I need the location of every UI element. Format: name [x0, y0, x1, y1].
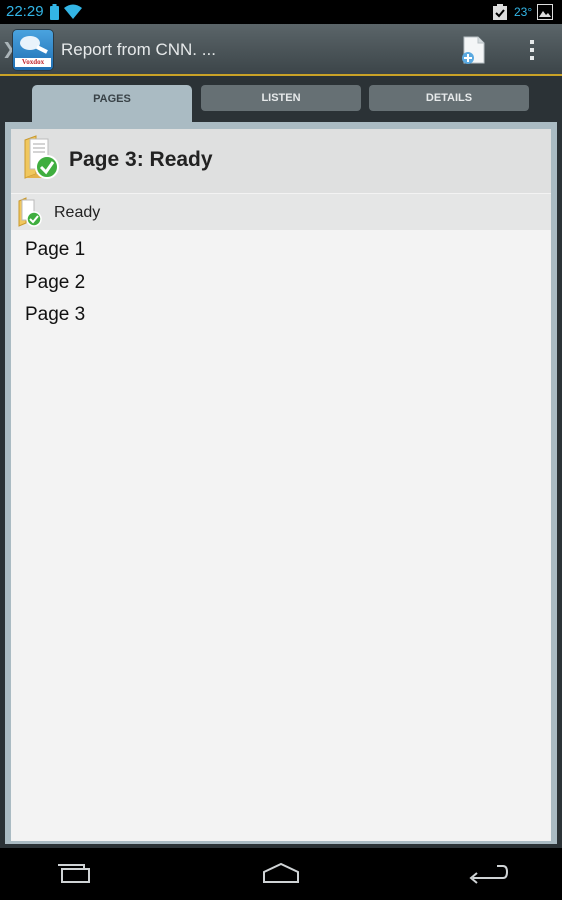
image-icon [537, 4, 553, 20]
tab-bar: PAGES LISTEN DETAILS [0, 76, 562, 122]
status-label: Ready [54, 204, 101, 221]
magnifier-icon [20, 36, 48, 54]
document-title: Report from CNN. ... [61, 40, 216, 59]
add-document-button[interactable] [458, 34, 490, 66]
action-bar: ❯ Voxdox Report from CNN. ... [0, 24, 562, 76]
pages-panel: Page 3: Ready Ready Page 1 Page 2 Page 3 [5, 122, 557, 844]
content-area: PAGES LISTEN DETAILS Page 3: Ready Ready… [0, 76, 562, 848]
clock: 22:29 [6, 3, 44, 20]
navigation-bar [0, 848, 562, 900]
overflow-menu-button[interactable] [516, 34, 548, 66]
tab-details[interactable]: DETAILS [369, 85, 529, 111]
app-icon[interactable]: Voxdox [13, 30, 53, 70]
list-item-page-1[interactable]: Page 1 [25, 239, 85, 261]
add-document-icon [462, 36, 485, 64]
clipboard-check-icon [493, 4, 507, 20]
app-icon-label: Voxdox [15, 58, 51, 67]
tab-pages[interactable]: PAGES [32, 85, 192, 122]
overflow-menu-icon [530, 40, 534, 60]
page-title: Page 3: Ready [69, 148, 213, 171]
page-header: Page 3: Ready [11, 129, 551, 193]
wifi-icon [64, 4, 82, 19]
tab-listen[interactable]: LISTEN [201, 85, 361, 111]
list-item-page-3[interactable]: Page 3 [25, 304, 85, 326]
list-item-page-2[interactable]: Page 2 [25, 272, 85, 294]
pages-list-container: Page 3: Ready Ready Page 1 Page 2 Page 3 [11, 129, 551, 841]
folder-check-icon-small [18, 197, 42, 227]
back-icon[interactable] [467, 860, 509, 886]
battery-icon [50, 4, 59, 20]
home-icon[interactable] [262, 860, 300, 886]
temperature: 23° [514, 5, 533, 19]
recent-apps-icon[interactable] [56, 860, 92, 886]
status-row[interactable]: Ready [11, 194, 551, 230]
status-bar: 22:29 23° [0, 0, 562, 24]
folder-check-icon [24, 135, 59, 179]
